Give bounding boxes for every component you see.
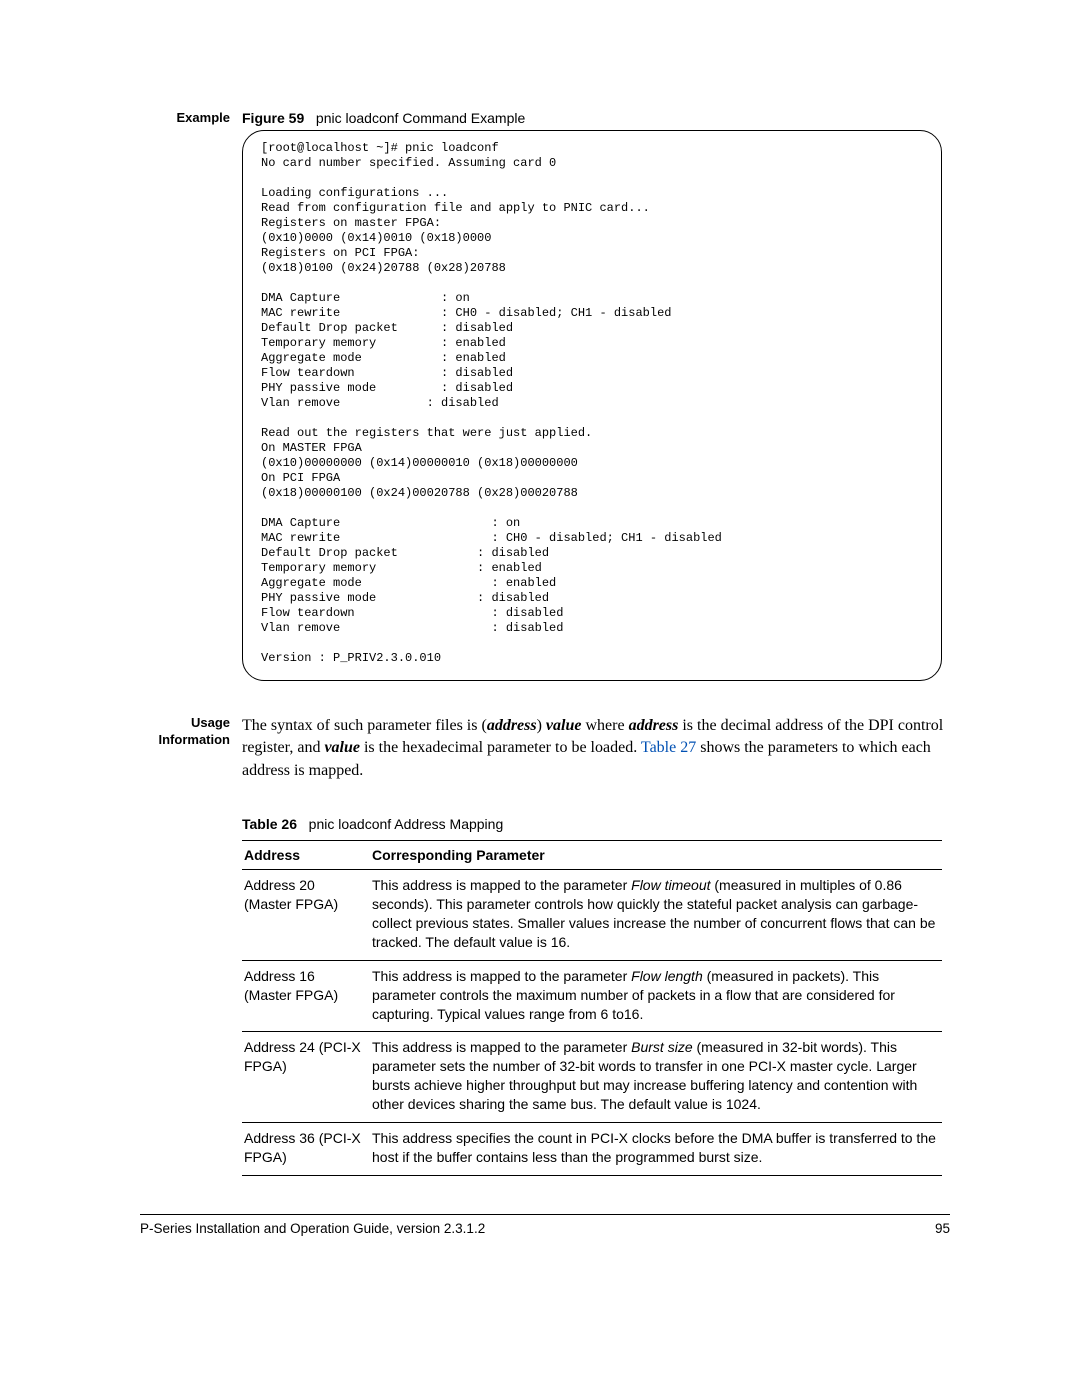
param-cell: This address specifies the count in PCI-… bbox=[370, 1122, 942, 1175]
param-cell: This address is mapped to the parameter … bbox=[370, 870, 942, 961]
usage-address-word-2: address bbox=[629, 717, 679, 734]
table-content: Table 26 pnic loadconf Address Mapping A… bbox=[242, 788, 950, 1176]
table-row: Address 16 (Master FPGA) This address is… bbox=[242, 960, 942, 1032]
param-cell: This address is mapped to the parameter … bbox=[370, 1032, 942, 1123]
figure-title: pnic loadconf Command Example bbox=[316, 110, 525, 126]
param-pre: This address is mapped to the parameter bbox=[372, 877, 631, 893]
usage-p1b: ) bbox=[537, 717, 546, 734]
param-ital: Flow timeout bbox=[631, 877, 710, 893]
usage-address-word-1: address bbox=[487, 717, 537, 734]
table-number: Table 26 bbox=[242, 816, 297, 832]
page: Example Figure 59 pnic loadconf Command … bbox=[0, 0, 1080, 1296]
table-row: Address 24 (PCI-X FPGA) This address is … bbox=[242, 1032, 942, 1123]
param-pre: This address specifies the count in PCI-… bbox=[372, 1130, 936, 1165]
figure-number: Figure 59 bbox=[242, 110, 304, 126]
figure-caption: Figure 59 pnic loadconf Command Example bbox=[242, 110, 950, 126]
addr-cell: Address 24 (PCI-X FPGA) bbox=[242, 1032, 370, 1123]
usage-value-word-2: value bbox=[324, 739, 360, 756]
param-cell: This address is mapped to the parameter … bbox=[370, 960, 942, 1032]
param-ital: Flow length bbox=[631, 968, 703, 984]
terminal-output: [root@localhost ~]# pnic loadconf No car… bbox=[242, 130, 942, 681]
page-footer: P-Series Installation and Operation Guid… bbox=[140, 1221, 950, 1236]
table-title: pnic loadconf Address Mapping bbox=[309, 816, 504, 832]
table-27-link[interactable]: Table 27 bbox=[641, 739, 696, 756]
th-address: Address bbox=[242, 841, 370, 870]
example-label: Example bbox=[140, 110, 242, 127]
footer-rule bbox=[140, 1214, 950, 1215]
addr-cell: Address 20 (Master FPGA) bbox=[242, 870, 370, 961]
address-mapping-table: Address Corresponding Parameter Address … bbox=[242, 840, 942, 1176]
table-header-row: Address Corresponding Parameter bbox=[242, 841, 942, 870]
table-row: Address 36 (PCI-X FPGA) This address spe… bbox=[242, 1122, 942, 1175]
param-ital: Burst size bbox=[631, 1039, 692, 1055]
usage-content: The syntax of such parameter files is (a… bbox=[242, 715, 950, 782]
usage-label: Usage Information bbox=[140, 715, 242, 749]
footer-guide-title: P-Series Installation and Operation Guid… bbox=[140, 1221, 485, 1236]
table-caption: Table 26 pnic loadconf Address Mapping bbox=[242, 816, 950, 832]
param-pre: This address is mapped to the parameter bbox=[372, 968, 631, 984]
footer-page-number: 95 bbox=[935, 1221, 950, 1236]
usage-p1a: The syntax of such parameter files is ( bbox=[242, 717, 487, 734]
addr-cell: Address 16 (Master FPGA) bbox=[242, 960, 370, 1032]
example-content: Figure 59 pnic loadconf Command Example … bbox=[242, 110, 950, 681]
example-row: Example Figure 59 pnic loadconf Command … bbox=[140, 110, 950, 681]
usage-p1c: where bbox=[581, 717, 628, 734]
usage-value-word-1: value bbox=[546, 717, 582, 734]
param-pre: This address is mapped to the parameter bbox=[372, 1039, 631, 1055]
usage-row: Usage Information The syntax of such par… bbox=[140, 715, 950, 782]
usage-p1e: is the hexadecimal parameter to be loade… bbox=[360, 739, 641, 756]
addr-cell: Address 36 (PCI-X FPGA) bbox=[242, 1122, 370, 1175]
table-row: Table 26 pnic loadconf Address Mapping A… bbox=[140, 788, 950, 1176]
table-row: Address 20 (Master FPGA) This address is… bbox=[242, 870, 942, 961]
th-parameter: Corresponding Parameter bbox=[370, 841, 942, 870]
